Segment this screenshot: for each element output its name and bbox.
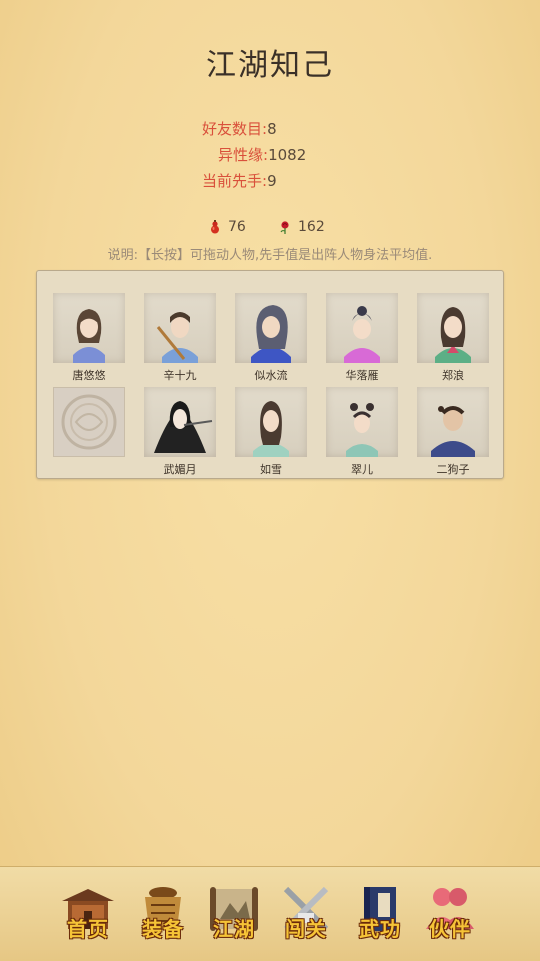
nav-partners[interactable]: 伙伴	[418, 879, 482, 949]
female-portrait-icon	[253, 401, 289, 457]
charm-value: 1082	[268, 146, 307, 164]
character-name: 翠儿	[351, 463, 373, 476]
nav-jianghu[interactable]: 江湖	[202, 879, 266, 949]
gourd-icon	[208, 220, 222, 234]
initiative-label: 当前先手:	[202, 172, 268, 190]
nav-label: 装备	[142, 917, 184, 941]
character-portrait[interactable]	[53, 293, 125, 363]
character-name: 郑浪	[442, 369, 464, 382]
nav-label: 武功	[359, 917, 401, 941]
character-name: 华落雁	[345, 369, 379, 382]
character-name: 似水流	[254, 369, 288, 382]
gourd-resource: 76	[208, 219, 246, 235]
friend-count-label: 好友数目:	[202, 120, 268, 138]
male-portrait-icon	[156, 312, 198, 363]
male-portrait-icon	[431, 406, 475, 457]
nav-label: 闯关	[285, 917, 327, 941]
female-portrait-icon	[73, 309, 105, 363]
charm-label: 异性缘:	[218, 146, 269, 164]
character-name: 武媚月	[163, 463, 197, 476]
nav-equipment[interactable]: 装备	[131, 879, 195, 949]
female-portrait-icon	[435, 307, 471, 363]
character-portrait[interactable]	[326, 387, 398, 457]
character-portrait[interactable]	[235, 387, 307, 457]
friend-count-value: 8	[267, 120, 277, 138]
character-name: 唐悠悠	[72, 369, 106, 382]
character-slot-xin-shijiu[interactable]: 辛十九	[144, 293, 216, 383]
hint-text: 说明:【长按】可拖动人物,先手值是出阵人物身法平均值.	[107, 248, 433, 263]
character-slot-si-shuiliu[interactable]: 似水流	[235, 293, 307, 383]
character-slot-ru-xue[interactable]: 如雪	[235, 387, 307, 477]
nav-label: 首页	[67, 917, 109, 941]
initiative-row: 当前先手:9	[202, 170, 277, 194]
partner-panel: 唐悠悠 辛十九 似水流 华落雁 郑浪 武媚月 如雪 翠儿 二狗子	[36, 270, 504, 479]
page-title: 江湖知己	[206, 48, 334, 83]
empty-slot[interactable]	[53, 387, 125, 457]
character-portrait[interactable]	[144, 293, 216, 363]
rose-resource: 162	[278, 219, 325, 235]
character-portrait[interactable]	[417, 387, 489, 457]
character-name: 辛十九	[163, 369, 197, 382]
nav-home[interactable]: 首页	[56, 879, 120, 949]
female-portrait-icon	[346, 403, 378, 457]
initiative-value: 9	[267, 172, 277, 190]
gourd-count: 76	[228, 219, 246, 235]
character-portrait[interactable]	[144, 387, 216, 457]
character-slot-tang-youyou[interactable]: 唐悠悠	[53, 293, 125, 383]
male-portrait-icon	[251, 305, 291, 363]
character-portrait[interactable]	[235, 293, 307, 363]
character-slot-zheng-lang[interactable]: 郑浪	[417, 293, 489, 383]
charm-row: 异性缘:1082	[218, 144, 306, 168]
nav-label: 伙伴	[429, 917, 471, 941]
character-slot-er-gouzi[interactable]: 二狗子	[417, 387, 489, 477]
character-portrait[interactable]	[326, 293, 398, 363]
nav-label: 江湖	[213, 917, 255, 941]
character-name: 二狗子	[436, 463, 470, 476]
character-portrait[interactable]	[417, 293, 489, 363]
character-slot-wu-meiyue[interactable]: 武媚月	[144, 387, 216, 477]
female-portrait-icon	[344, 306, 380, 363]
rose-count: 162	[298, 219, 325, 235]
nav-martial-arts[interactable]: 武功	[348, 879, 412, 949]
character-name: 如雪	[260, 463, 282, 476]
bottom-nav: 首页 装备 江湖 闯关 武功 伙伴	[0, 866, 540, 961]
friend-count-row: 好友数目:8	[202, 118, 277, 142]
resources-bar: 76 162	[0, 217, 540, 239]
character-slot-cui-er[interactable]: 翠儿	[326, 387, 398, 477]
nav-challenge[interactable]: 闯关	[274, 879, 338, 949]
female-portrait-icon	[154, 401, 213, 453]
empty-slot-emblem-icon	[61, 394, 117, 450]
rose-icon	[278, 220, 292, 234]
character-slot-hua-luoyan[interactable]: 华落雁	[326, 293, 398, 383]
